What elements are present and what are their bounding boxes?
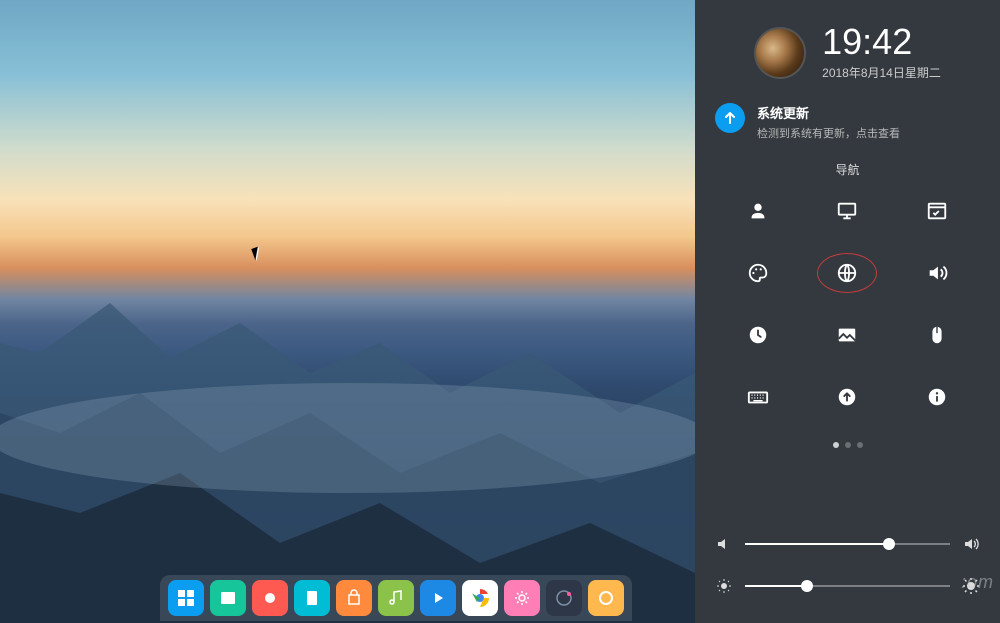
- watermark-text: :om: [961, 572, 994, 593]
- keyboard-icon: [747, 386, 769, 408]
- info-icon: [926, 386, 948, 408]
- dock-browser[interactable]: [588, 580, 624, 616]
- nav-network[interactable]: [803, 254, 893, 292]
- bag-icon: [345, 589, 363, 607]
- panel-header: 19:42 2018年8月14日星期二: [695, 0, 1000, 93]
- nav-sound[interactable]: [892, 254, 982, 292]
- chrome-icon: [469, 587, 491, 609]
- launcher-icon: [176, 588, 196, 608]
- record-icon: [261, 589, 279, 607]
- control-center-panel: 19:42 2018年8月14日星期二 系统更新 检测到系统有更新，点击查看 导…: [695, 0, 1000, 623]
- folder-icon: [219, 589, 237, 607]
- dock: [160, 575, 632, 621]
- page-dot-3[interactable]: [857, 442, 863, 448]
- nav-personalization[interactable]: [713, 254, 803, 292]
- globe-icon: [836, 262, 858, 284]
- monitor-icon: [836, 200, 858, 222]
- update-arrow-icon: [715, 103, 745, 133]
- dock-reader[interactable]: [294, 580, 330, 616]
- dock-monitor[interactable]: [546, 580, 582, 616]
- nav-display[interactable]: [803, 192, 893, 230]
- notification-title: 系统更新: [757, 103, 900, 122]
- nav-default-apps[interactable]: [892, 192, 982, 230]
- dock-screen-recorder[interactable]: [252, 580, 288, 616]
- page-indicator[interactable]: [695, 434, 1000, 462]
- brightness-low-icon: [715, 577, 733, 595]
- mouse-icon: [926, 324, 948, 346]
- swirl-icon: [597, 589, 615, 607]
- nav-section-title: 导航: [695, 155, 1000, 192]
- clock-time: 19:42: [822, 24, 941, 60]
- dock-file-manager[interactable]: [210, 580, 246, 616]
- speaker-icon: [926, 262, 948, 284]
- sliders-section: [695, 519, 1000, 623]
- arrow-up-circle-icon: [836, 386, 858, 408]
- dock-music[interactable]: [378, 580, 414, 616]
- nav-info[interactable]: [892, 378, 982, 416]
- notification-description: 检测到系统有更新，点击查看: [757, 125, 900, 141]
- clock-icon: [747, 324, 769, 346]
- mouse-cursor: [251, 246, 265, 261]
- nav-keyboard[interactable]: [713, 378, 803, 416]
- gear-icon: [513, 589, 531, 607]
- clock-date: 2018年8月14日星期二: [822, 64, 941, 81]
- music-note-icon: [387, 589, 405, 607]
- window-check-icon: [926, 200, 948, 222]
- volume-slider[interactable]: [715, 535, 980, 553]
- system-update-notification[interactable]: 系统更新 检测到系统有更新，点击查看: [695, 93, 1000, 155]
- volume-icon: [715, 535, 733, 553]
- mountain-silhouette: [0, 283, 695, 623]
- dock-video[interactable]: [420, 580, 456, 616]
- palette-icon: [747, 262, 769, 284]
- desktop-wallpaper[interactable]: [0, 0, 695, 623]
- nav-mouse[interactable]: [892, 316, 982, 354]
- user-avatar[interactable]: [754, 27, 806, 79]
- dock-app-store[interactable]: [336, 580, 372, 616]
- image-icon: [836, 324, 858, 346]
- dock-launcher[interactable]: [168, 580, 204, 616]
- person-icon: [747, 200, 769, 222]
- nav-account[interactable]: [713, 192, 803, 230]
- page-dot-1[interactable]: [833, 442, 839, 448]
- dock-chrome[interactable]: [462, 580, 498, 616]
- document-icon: [303, 589, 321, 607]
- play-icon: [429, 589, 447, 607]
- dock-settings[interactable]: [504, 580, 540, 616]
- page-dot-2[interactable]: [845, 442, 851, 448]
- brightness-slider[interactable]: [715, 577, 980, 595]
- gauge-icon: [554, 588, 574, 608]
- nav-time[interactable]: [713, 316, 803, 354]
- nav-wallpaper[interactable]: [803, 316, 893, 354]
- settings-grid: [695, 192, 1000, 434]
- volume-max-icon: [962, 535, 980, 553]
- nav-update[interactable]: [803, 378, 893, 416]
